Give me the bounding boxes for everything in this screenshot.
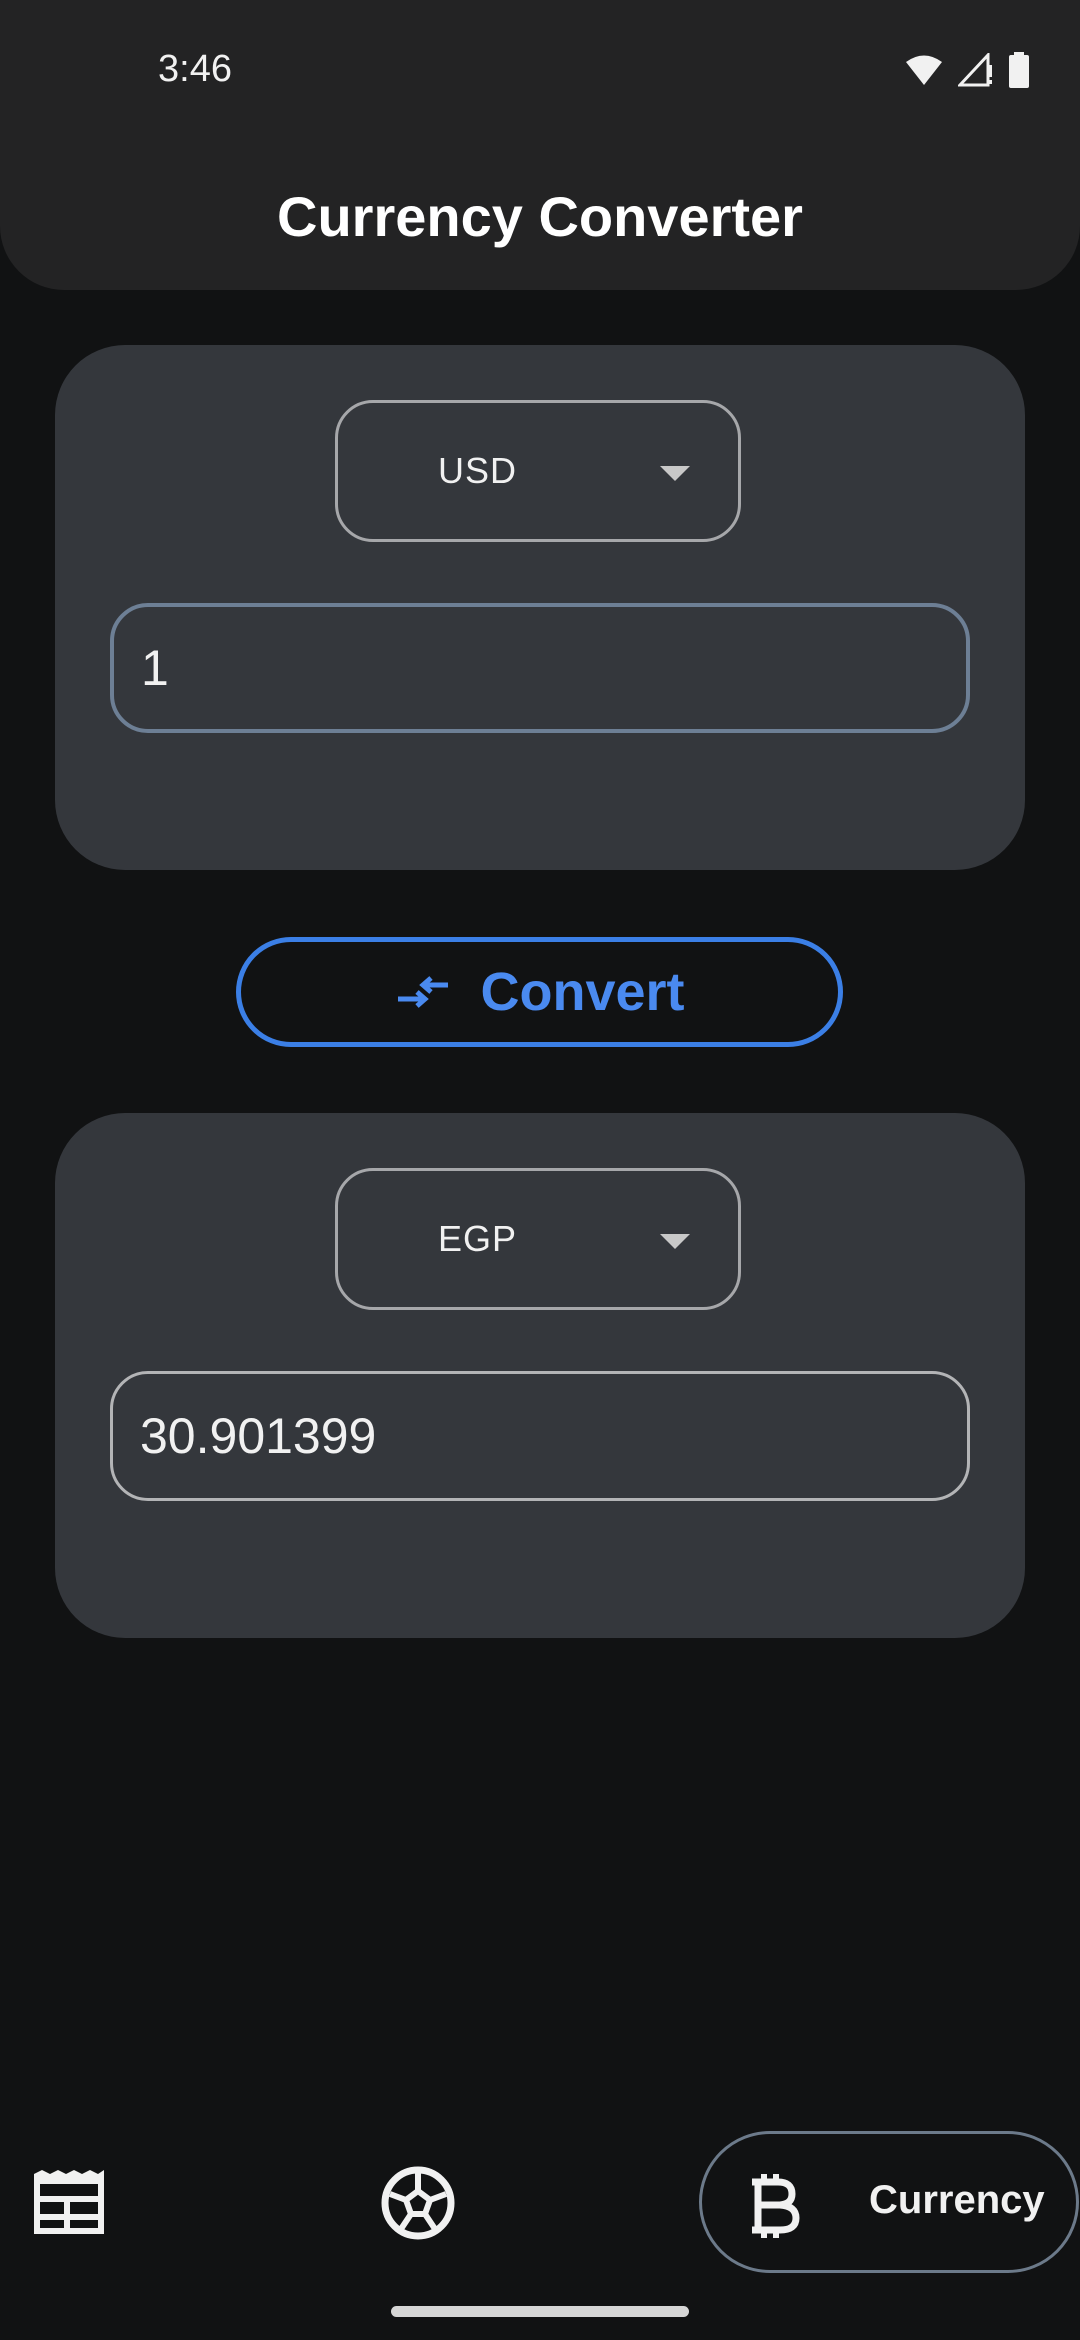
from-amount-input[interactable]: 1 (110, 603, 970, 733)
soccer-ball-icon (381, 2166, 455, 2240)
convert-button-label: Convert (480, 962, 685, 1022)
from-currency-label: USD (438, 450, 518, 491)
nav-item-currency[interactable]: Currency (699, 2131, 1079, 2273)
page-title: Currency Converter (277, 185, 803, 248)
screen: 3:46 Currency Converter USD 1 Convert EG… (0, 0, 1080, 2340)
bitcoin-icon (744, 2172, 802, 2245)
from-currency-dropdown[interactable]: USD (335, 400, 741, 542)
to-currency-card: EGP 30.901399 (55, 1113, 1025, 1638)
home-indicator[interactable] (391, 2306, 689, 2317)
status-time: 3:46 (158, 48, 232, 90)
to-currency-dropdown[interactable]: EGP (335, 1168, 741, 1310)
convert-button[interactable]: Convert (236, 937, 843, 1047)
battery-icon (1009, 52, 1029, 88)
to-amount-field[interactable]: 30.901399 (110, 1371, 970, 1501)
convert-arrows-icon (394, 972, 452, 1012)
from-currency-card: USD 1 (55, 345, 1025, 870)
status-icons (904, 52, 1030, 88)
chevron-down-icon (660, 466, 690, 481)
app-header: 3:46 Currency Converter (0, 0, 1080, 290)
nav-item-news[interactable] (30, 2168, 108, 2238)
wifi-icon (906, 55, 942, 85)
nav-item-currency-label: Currency (869, 2178, 1045, 2222)
chevron-down-icon (660, 1234, 690, 1249)
nav-item-sports[interactable] (380, 2165, 456, 2241)
to-currency-label: EGP (438, 1218, 518, 1259)
cell-signal-icon (958, 53, 992, 87)
news-icon (34, 2170, 104, 2234)
